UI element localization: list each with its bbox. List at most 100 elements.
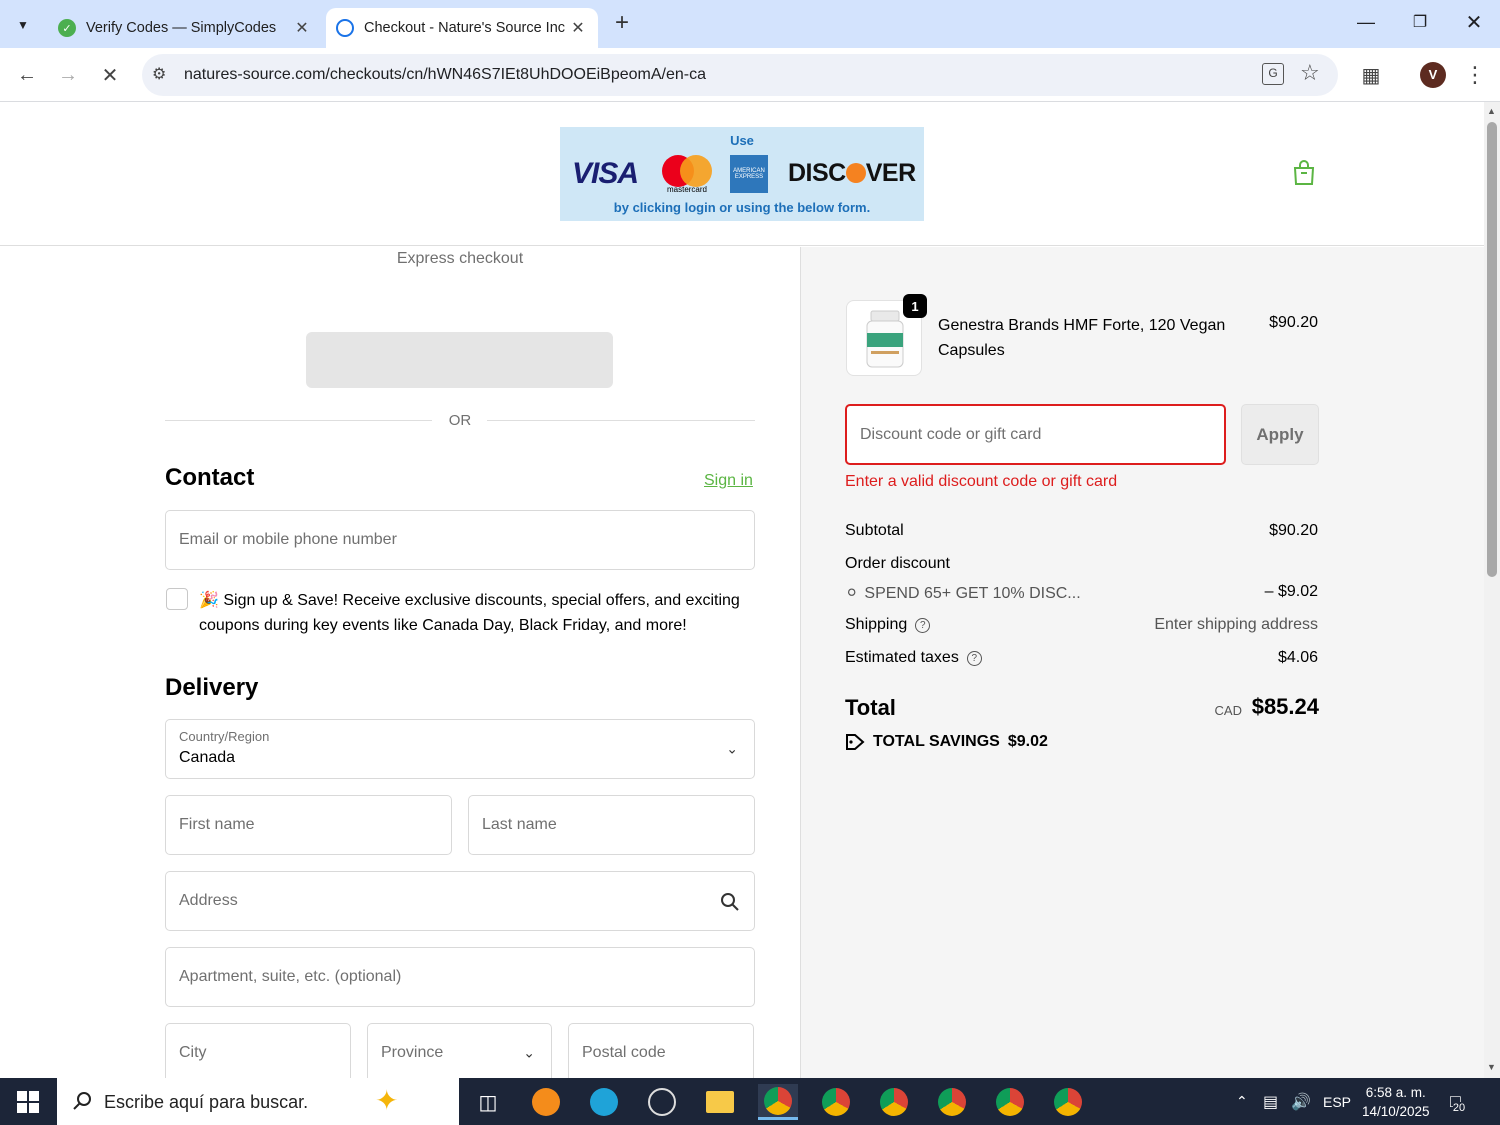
chrome-profile-v2-icon[interactable]: [816, 1084, 856, 1120]
subtotal-label: Subtotal: [845, 522, 904, 539]
chrome-profile-v3-icon[interactable]: [990, 1084, 1030, 1120]
chrome-profile-a-icon[interactable]: [874, 1084, 914, 1120]
restore-button[interactable]: ❐: [1406, 12, 1434, 36]
back-button[interactable]: ←: [12, 60, 42, 90]
newsletter-checkbox[interactable]: [166, 588, 188, 610]
checkout-header: Use VISA mastercard AMERICAN EXPRESS DIS…: [0, 102, 1484, 246]
visa-logo-icon: VISA: [572, 157, 639, 190]
tag-icon: [846, 734, 865, 750]
help-icon[interactable]: ?: [915, 618, 931, 633]
taskbar-search-box[interactable]: Escribe aquí para buscar. ✦: [57, 1078, 459, 1125]
page-scrollbar[interactable]: ▲ ▼: [1484, 102, 1500, 1078]
file-explorer-icon[interactable]: [700, 1084, 740, 1120]
forward-button[interactable]: →: [53, 60, 83, 90]
express-checkout-button[interactable]: [306, 332, 613, 388]
address-bar[interactable]: ⚙ natures-source.com/checkouts/cn/hWN46S…: [142, 54, 1338, 96]
chrome-profile-b-icon[interactable]: [932, 1084, 972, 1120]
media-player-icon[interactable]: [642, 1084, 682, 1120]
product-price: $90.20: [1269, 314, 1318, 331]
windows-taskbar: Escribe aquí para buscar. ✦ ◫ ⌃ ▤ 🔊 ESP …: [0, 1078, 1500, 1125]
chevron-down-icon: ⌄: [726, 740, 738, 757]
help-icon[interactable]: ?: [966, 651, 982, 666]
sign-in-link[interactable]: Sign in: [704, 472, 753, 490]
windows-start-icon[interactable]: [17, 1091, 39, 1113]
order-discount-label: Order discount: [845, 555, 950, 572]
savings-value: $9.02: [1007, 733, 1048, 750]
close-window-button[interactable]: ✕: [1460, 10, 1488, 38]
amex-logo-icon: AMERICAN EXPRESS: [730, 155, 768, 193]
taxes-row: Estimated taxes?: [845, 649, 982, 667]
tab-verify-codes[interactable]: ✓ Verify Codes — SimplyCodes ✕: [44, 8, 322, 48]
total-savings-row: TOTAL SAVINGS $9.02: [845, 733, 1048, 751]
city-field[interactable]: City: [165, 1023, 351, 1078]
browser-tab-bar: ▼ ✓ Verify Codes — SimplyCodes ✕ Checkou…: [0, 0, 1500, 48]
discount-code-input[interactable]: Discount code or gift card: [845, 404, 1226, 465]
total-label: Total: [845, 695, 896, 720]
url-text[interactable]: natures-source.com/checkouts/cn/hWN46S7I…: [184, 66, 706, 84]
mastercard-logo-icon: mastercard: [660, 153, 714, 195]
discount-error-message: Enter a valid discount code or gift card: [845, 473, 1118, 490]
browser-menu-icon[interactable]: ⋮: [1460, 60, 1490, 90]
postal-code-field[interactable]: Postal code: [568, 1023, 754, 1078]
first-name-field[interactable]: First name: [165, 795, 452, 855]
chrome-profile-v-icon[interactable]: [758, 1084, 798, 1120]
fl-studio-icon[interactable]: [526, 1084, 566, 1120]
profile-avatar[interactable]: V: [1420, 62, 1446, 88]
divider: [487, 420, 755, 421]
site-settings-icon[interactable]: ⚙: [152, 64, 166, 84]
savings-label: TOTAL SAVINGS: [873, 733, 1000, 750]
clock[interactable]: 6:58 a. m. 14/10/2025: [1362, 1078, 1430, 1125]
search-icon: [721, 893, 739, 911]
scroll-up-arrow-icon[interactable]: ▲: [1487, 106, 1496, 116]
tab-checkout[interactable]: Checkout - Nature's Source Inc ✕: [326, 8, 598, 48]
apartment-field[interactable]: Apartment, suite, etc. (optional): [165, 947, 755, 1007]
checkout-page: Use VISA mastercard AMERICAN EXPRESS DIS…: [0, 102, 1484, 1078]
country-value: Canada: [179, 749, 236, 766]
new-tab-button[interactable]: +: [608, 10, 636, 38]
minimize-button[interactable]: —: [1352, 12, 1380, 36]
taxes-value: $4.06: [1277, 649, 1318, 666]
shipping-row: Shipping?: [845, 616, 931, 634]
scrollbar-thumb[interactable]: [1487, 122, 1497, 577]
taskbar-search-placeholder: Escribe aquí para buscar.: [104, 1092, 309, 1112]
volume-icon[interactable]: 🔊: [1291, 1078, 1311, 1125]
close-icon[interactable]: ✕: [566, 18, 590, 38]
divider: [165, 420, 432, 421]
stop-loading-button[interactable]: ✕: [95, 60, 125, 90]
chevron-down-icon: ⌄: [523, 1044, 535, 1061]
tab-title: Checkout - Nature's Source Inc: [364, 20, 566, 36]
tab-search-dropdown-button[interactable]: ▼: [10, 12, 36, 38]
task-view-icon[interactable]: ◫: [468, 1084, 508, 1120]
apply-discount-button[interactable]: Apply: [1241, 404, 1319, 465]
country-select[interactable]: Country/Region Canada ⌄: [165, 719, 755, 779]
shipping-value: Enter shipping address: [1154, 616, 1318, 633]
product-name: Genestra Brands HMF Forte, 120 Vegan Cap…: [938, 317, 1226, 359]
quantity-badge: 1: [903, 294, 927, 318]
simplycodes-favicon-icon: ✓: [58, 19, 76, 37]
shopping-bag-icon[interactable]: [1292, 160, 1316, 186]
input-language[interactable]: ESP: [1323, 1078, 1351, 1125]
tray-chevron-up-icon[interactable]: ⌃: [1236, 1078, 1248, 1125]
shipping-label: Shipping: [845, 616, 908, 633]
edge-icon[interactable]: [584, 1084, 624, 1120]
loading-favicon-icon: [336, 19, 354, 37]
notification-center-icon[interactable]: □ 20: [1450, 1078, 1466, 1125]
chrome-profile-v4-icon[interactable]: [1048, 1084, 1088, 1120]
subtotal-value: $90.20: [1269, 522, 1318, 539]
bookmark-star-icon[interactable]: ☆: [1300, 60, 1320, 86]
province-select[interactable]: Province ⌄: [367, 1023, 552, 1078]
translate-icon[interactable]: G: [1262, 63, 1284, 85]
email-field[interactable]: Email or mobile phone number: [165, 510, 755, 570]
notification-count: 20: [1452, 1101, 1466, 1114]
network-icon[interactable]: ▤: [1263, 1078, 1278, 1125]
close-icon[interactable]: ✕: [290, 18, 314, 38]
tag-icon: ⚪: [845, 585, 859, 602]
last-name-field[interactable]: Last name: [468, 795, 755, 855]
extensions-icon[interactable]: ▦: [1356, 60, 1386, 90]
browser-toolbar: ← → ✕ ⚙ natures-source.com/checkouts/cn/…: [0, 48, 1500, 102]
scroll-down-arrow-icon[interactable]: ▼: [1487, 1062, 1496, 1072]
address-field[interactable]: Address: [165, 871, 755, 931]
total-currency: CAD: [1214, 703, 1242, 718]
banner-use-text: Use: [730, 133, 754, 148]
express-checkout-title: Express checkout: [396, 250, 524, 267]
